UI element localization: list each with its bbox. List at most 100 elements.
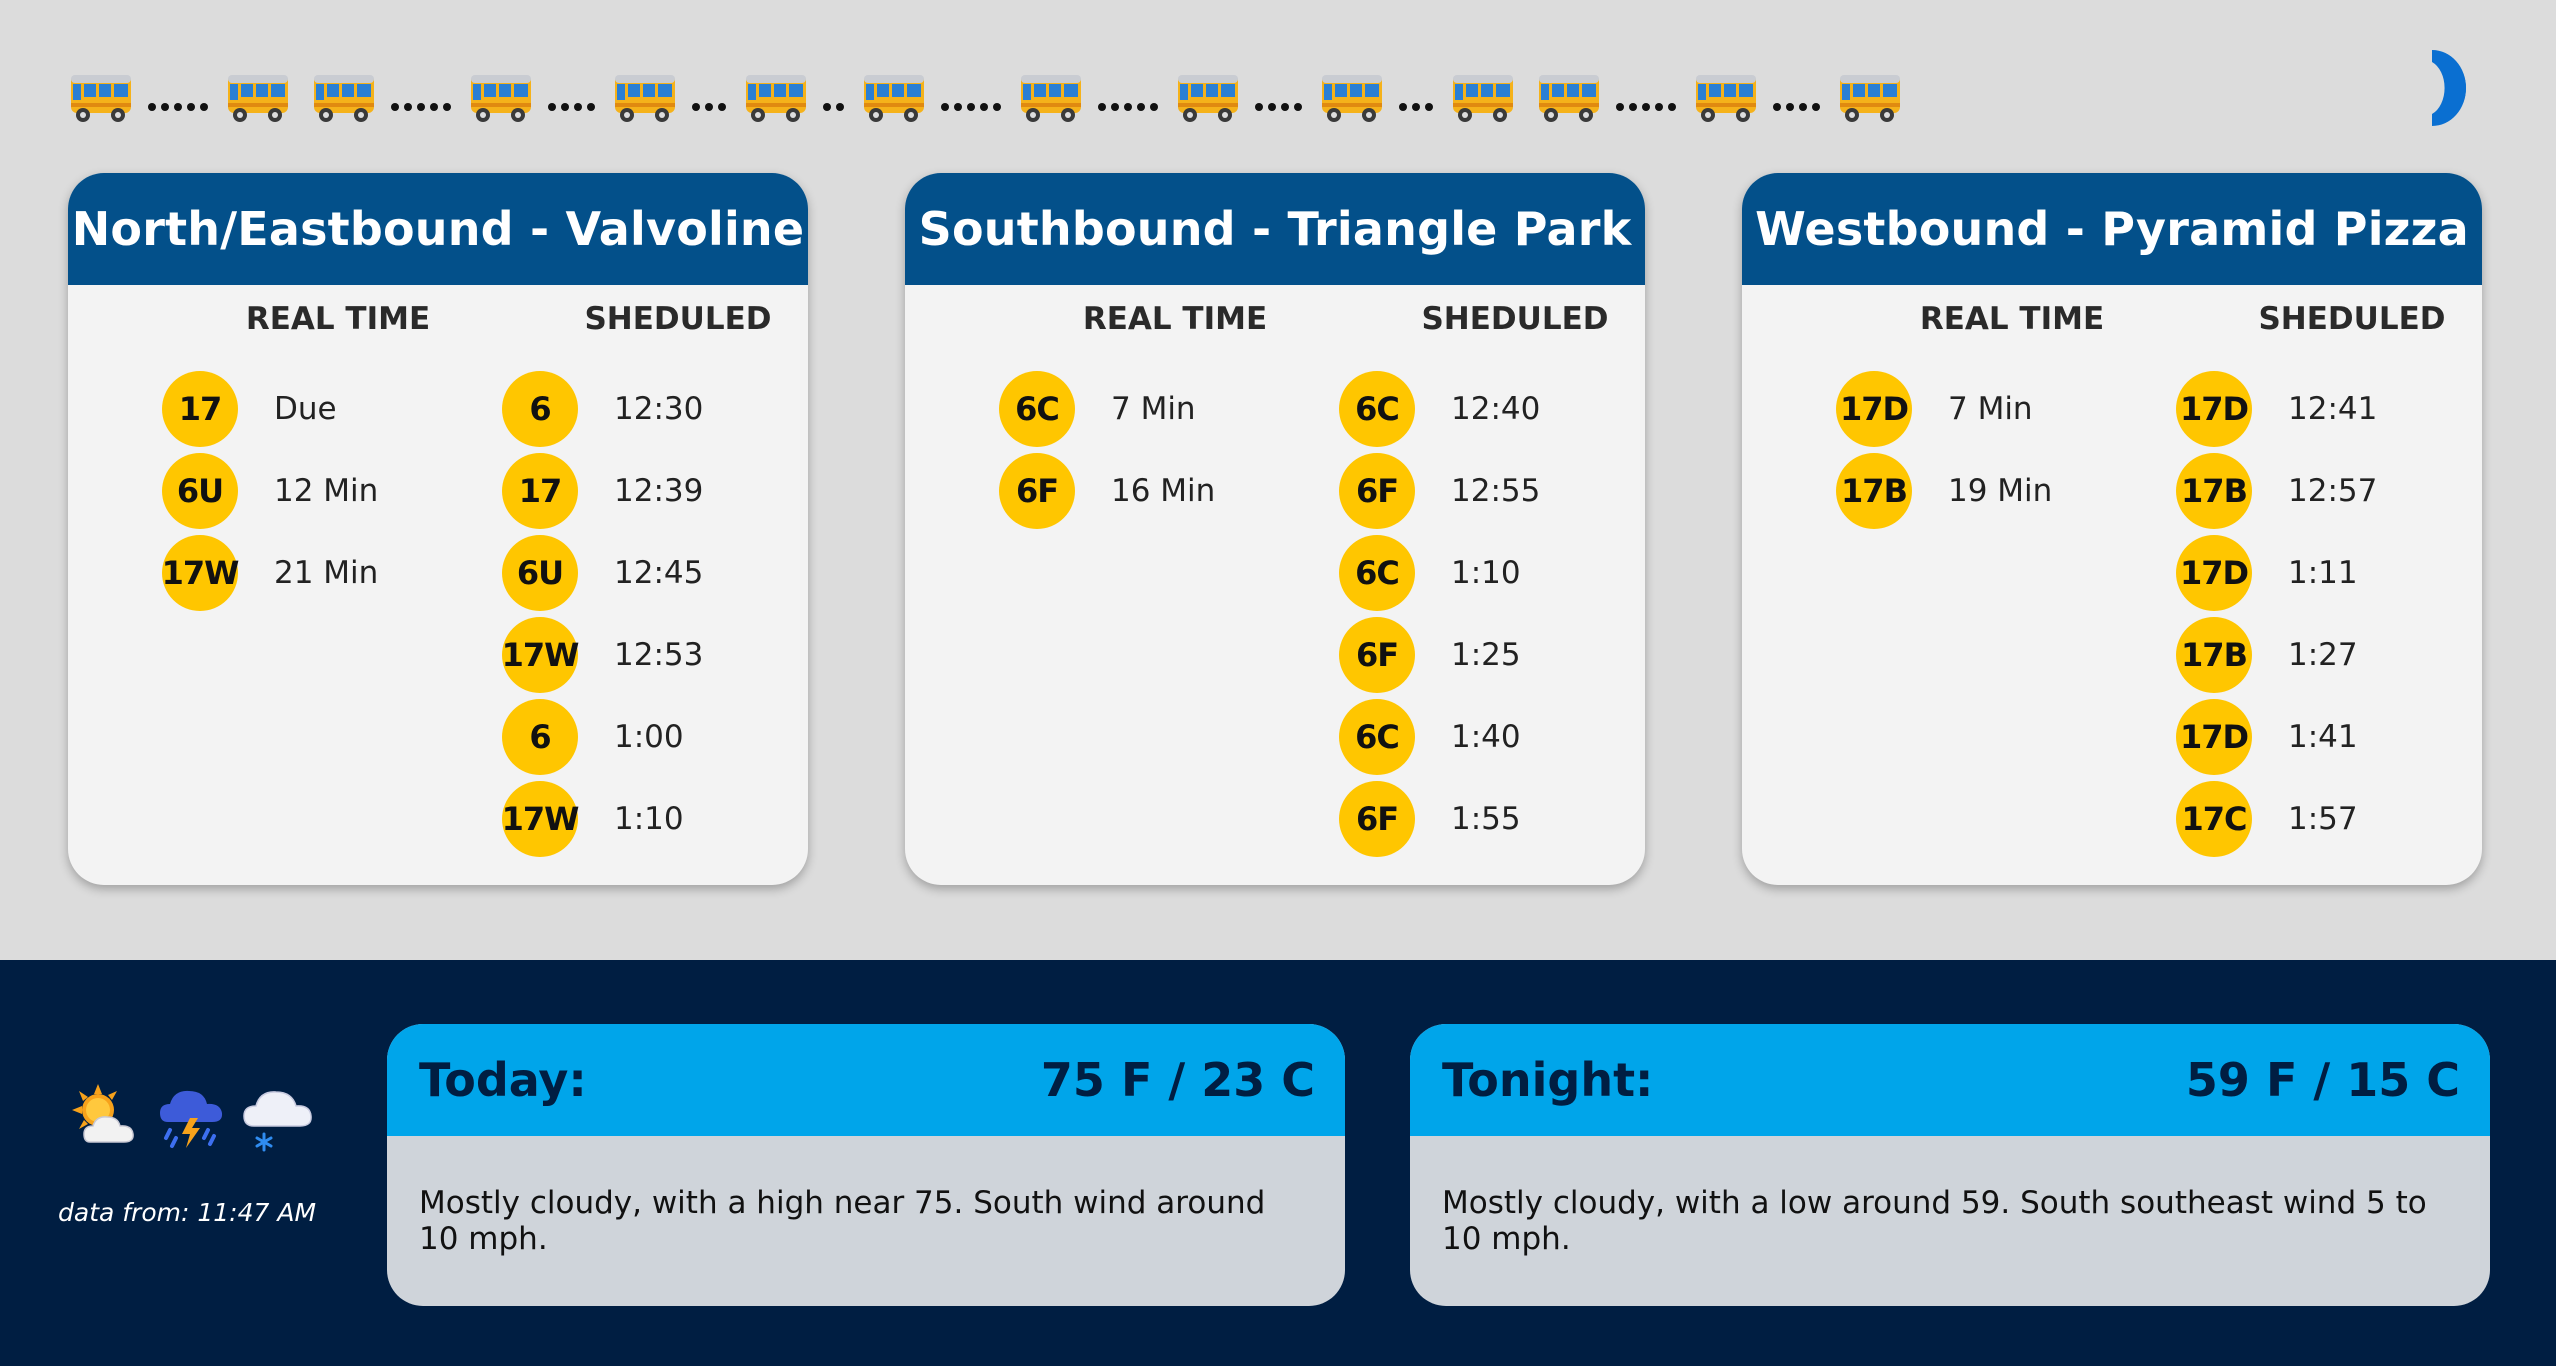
ticker-dot <box>1294 103 1302 111</box>
route-badge: 17B <box>2176 617 2252 693</box>
bus-icon <box>1319 71 1385 125</box>
data-timestamp: data from: 11:47 AM <box>58 1198 317 1227</box>
route-badge: 17D <box>2176 699 2252 775</box>
ticker-dot <box>1281 103 1289 111</box>
scheduled-row: 17B 1:27 <box>2176 617 2358 693</box>
route-badge: 17W <box>162 535 239 611</box>
route-badge: 6U <box>502 535 578 611</box>
ticker-dot <box>417 103 425 111</box>
scheduled-row: 17B 12:57 <box>2176 453 2377 529</box>
ticker-dot <box>1150 103 1158 111</box>
ticker-dot <box>1629 103 1637 111</box>
ticker-dot <box>161 103 169 111</box>
scheduled-time: 12:45 <box>614 555 704 591</box>
scheduled-time: 1:41 <box>2288 719 2358 755</box>
route-badge: 6C <box>999 371 1075 447</box>
scheduled-time: 12:40 <box>1451 391 1541 427</box>
tonight-header: Tonight: 59 F / 15 C <box>1410 1024 2490 1136</box>
route-badge: 6C <box>1339 535 1415 611</box>
ticker-dot <box>1616 103 1624 111</box>
ticker-dot <box>148 103 156 111</box>
scheduled-time: 12:30 <box>614 391 704 427</box>
scheduled-time: 1:10 <box>1451 555 1521 591</box>
scheduled-row: 6F 1:55 <box>1339 781 1521 857</box>
route-badge: 17W <box>502 781 579 857</box>
ticker-dot <box>187 103 195 111</box>
realtime-row: 17B 19 Min <box>1836 453 2052 529</box>
scheduled-row: 17D 1:11 <box>2176 535 2358 611</box>
ticker-dot <box>1812 103 1820 111</box>
ticker-dots <box>1098 71 1163 125</box>
transit-board: North/Eastbound - Valvoline REAL TIME SH… <box>0 0 2556 960</box>
ticker-dot <box>1399 103 1407 111</box>
ticker-dot <box>404 103 412 111</box>
scheduled-time: 12:55 <box>1451 473 1541 509</box>
scheduled-row: 6C 12:40 <box>1339 371 1540 447</box>
bus-icon <box>225 71 291 125</box>
weather-icons <box>66 1076 324 1156</box>
route-badge: 6U <box>162 453 238 529</box>
realtime-header: REAL TIME <box>1919 301 2105 337</box>
ticker-dot <box>993 103 1001 111</box>
ticker-dot <box>705 103 713 111</box>
route-badge: 6F <box>1339 781 1415 857</box>
bus-icon <box>1837 71 1903 125</box>
realtime-row: 6U 12 Min <box>162 453 378 529</box>
tonight-temp: 59 F / 15 C <box>2185 1053 2460 1107</box>
ticker-dot <box>941 103 949 111</box>
scheduled-time: 1:27 <box>2288 637 2358 673</box>
ticker-dots <box>1255 71 1307 125</box>
scheduled-time: 12:39 <box>614 473 704 509</box>
ticker-dot <box>443 103 451 111</box>
ticker-dot <box>174 103 182 111</box>
ticker-dot <box>1773 103 1781 111</box>
ticker-dot <box>718 103 726 111</box>
arrival-time: 7 Min <box>1948 391 2033 427</box>
panel-southbound: Southbound - Triangle Park REAL TIME SHE… <box>905 173 1645 885</box>
arrival-time: 12 Min <box>274 473 379 509</box>
ticker-dot <box>1425 103 1433 111</box>
route-badge: 6F <box>999 453 1075 529</box>
route-badge: 6 <box>502 699 578 775</box>
scheduled-time: 1:40 <box>1451 719 1521 755</box>
bus-icon <box>612 71 678 125</box>
route-badge: 17B <box>1836 453 1912 529</box>
ticker-dot <box>954 103 962 111</box>
scheduled-row: 17D 1:41 <box>2176 699 2358 775</box>
scheduled-row: 17W 1:10 <box>502 781 684 857</box>
scheduled-row: 6 12:30 <box>502 371 703 447</box>
scheduled-time: 12:57 <box>2288 473 2378 509</box>
ticker-dot <box>1655 103 1663 111</box>
tonight-forecast-text: Mostly cloudy, with a low around 59. Sou… <box>1442 1185 2427 1257</box>
scheduled-header: SHEDULED <box>2258 301 2446 337</box>
realtime-row: 17 Due <box>162 371 337 447</box>
bus-icon <box>68 71 134 125</box>
arrival-time: 7 Min <box>1111 391 1196 427</box>
scheduled-row: 17W 12:53 <box>502 617 703 693</box>
scheduled-row: 17 12:39 <box>502 453 703 529</box>
scheduled-header: SHEDULED <box>584 301 772 337</box>
route-badge: 6C <box>1339 699 1415 775</box>
bus-icon <box>1450 71 1516 125</box>
ticker-dot <box>1642 103 1650 111</box>
arrival-time: 19 Min <box>1948 473 2053 509</box>
today-forecast-text: Mostly cloudy, with a high near 75. Sout… <box>419 1185 1266 1257</box>
scheduled-time: 12:41 <box>2288 391 2378 427</box>
today-header: Today: 75 F / 23 C <box>387 1024 1345 1136</box>
bus-icon <box>1018 71 1084 125</box>
ticker-dot <box>1268 103 1276 111</box>
panel-westbound: Westbound - Pyramid Pizza REAL TIME SHED… <box>1742 173 2482 885</box>
panel-title: Westbound - Pyramid Pizza <box>1742 173 2482 285</box>
snow-cloud-icon <box>243 1091 312 1152</box>
scheduled-row: 6F 1:25 <box>1339 617 1521 693</box>
scheduled-time: 12:53 <box>614 637 704 673</box>
scheduled-time: 1:10 <box>614 801 684 837</box>
today-label: Today: <box>419 1053 587 1107</box>
scheduled-row: 6 1:00 <box>502 699 684 775</box>
ticker-dots <box>941 71 1006 125</box>
ticker-dot <box>391 103 399 111</box>
route-badge: 6 <box>502 371 578 447</box>
scheduled-row: 6F 12:55 <box>1339 453 1540 529</box>
ticker-dot <box>1137 103 1145 111</box>
ticker-dot <box>1786 103 1794 111</box>
